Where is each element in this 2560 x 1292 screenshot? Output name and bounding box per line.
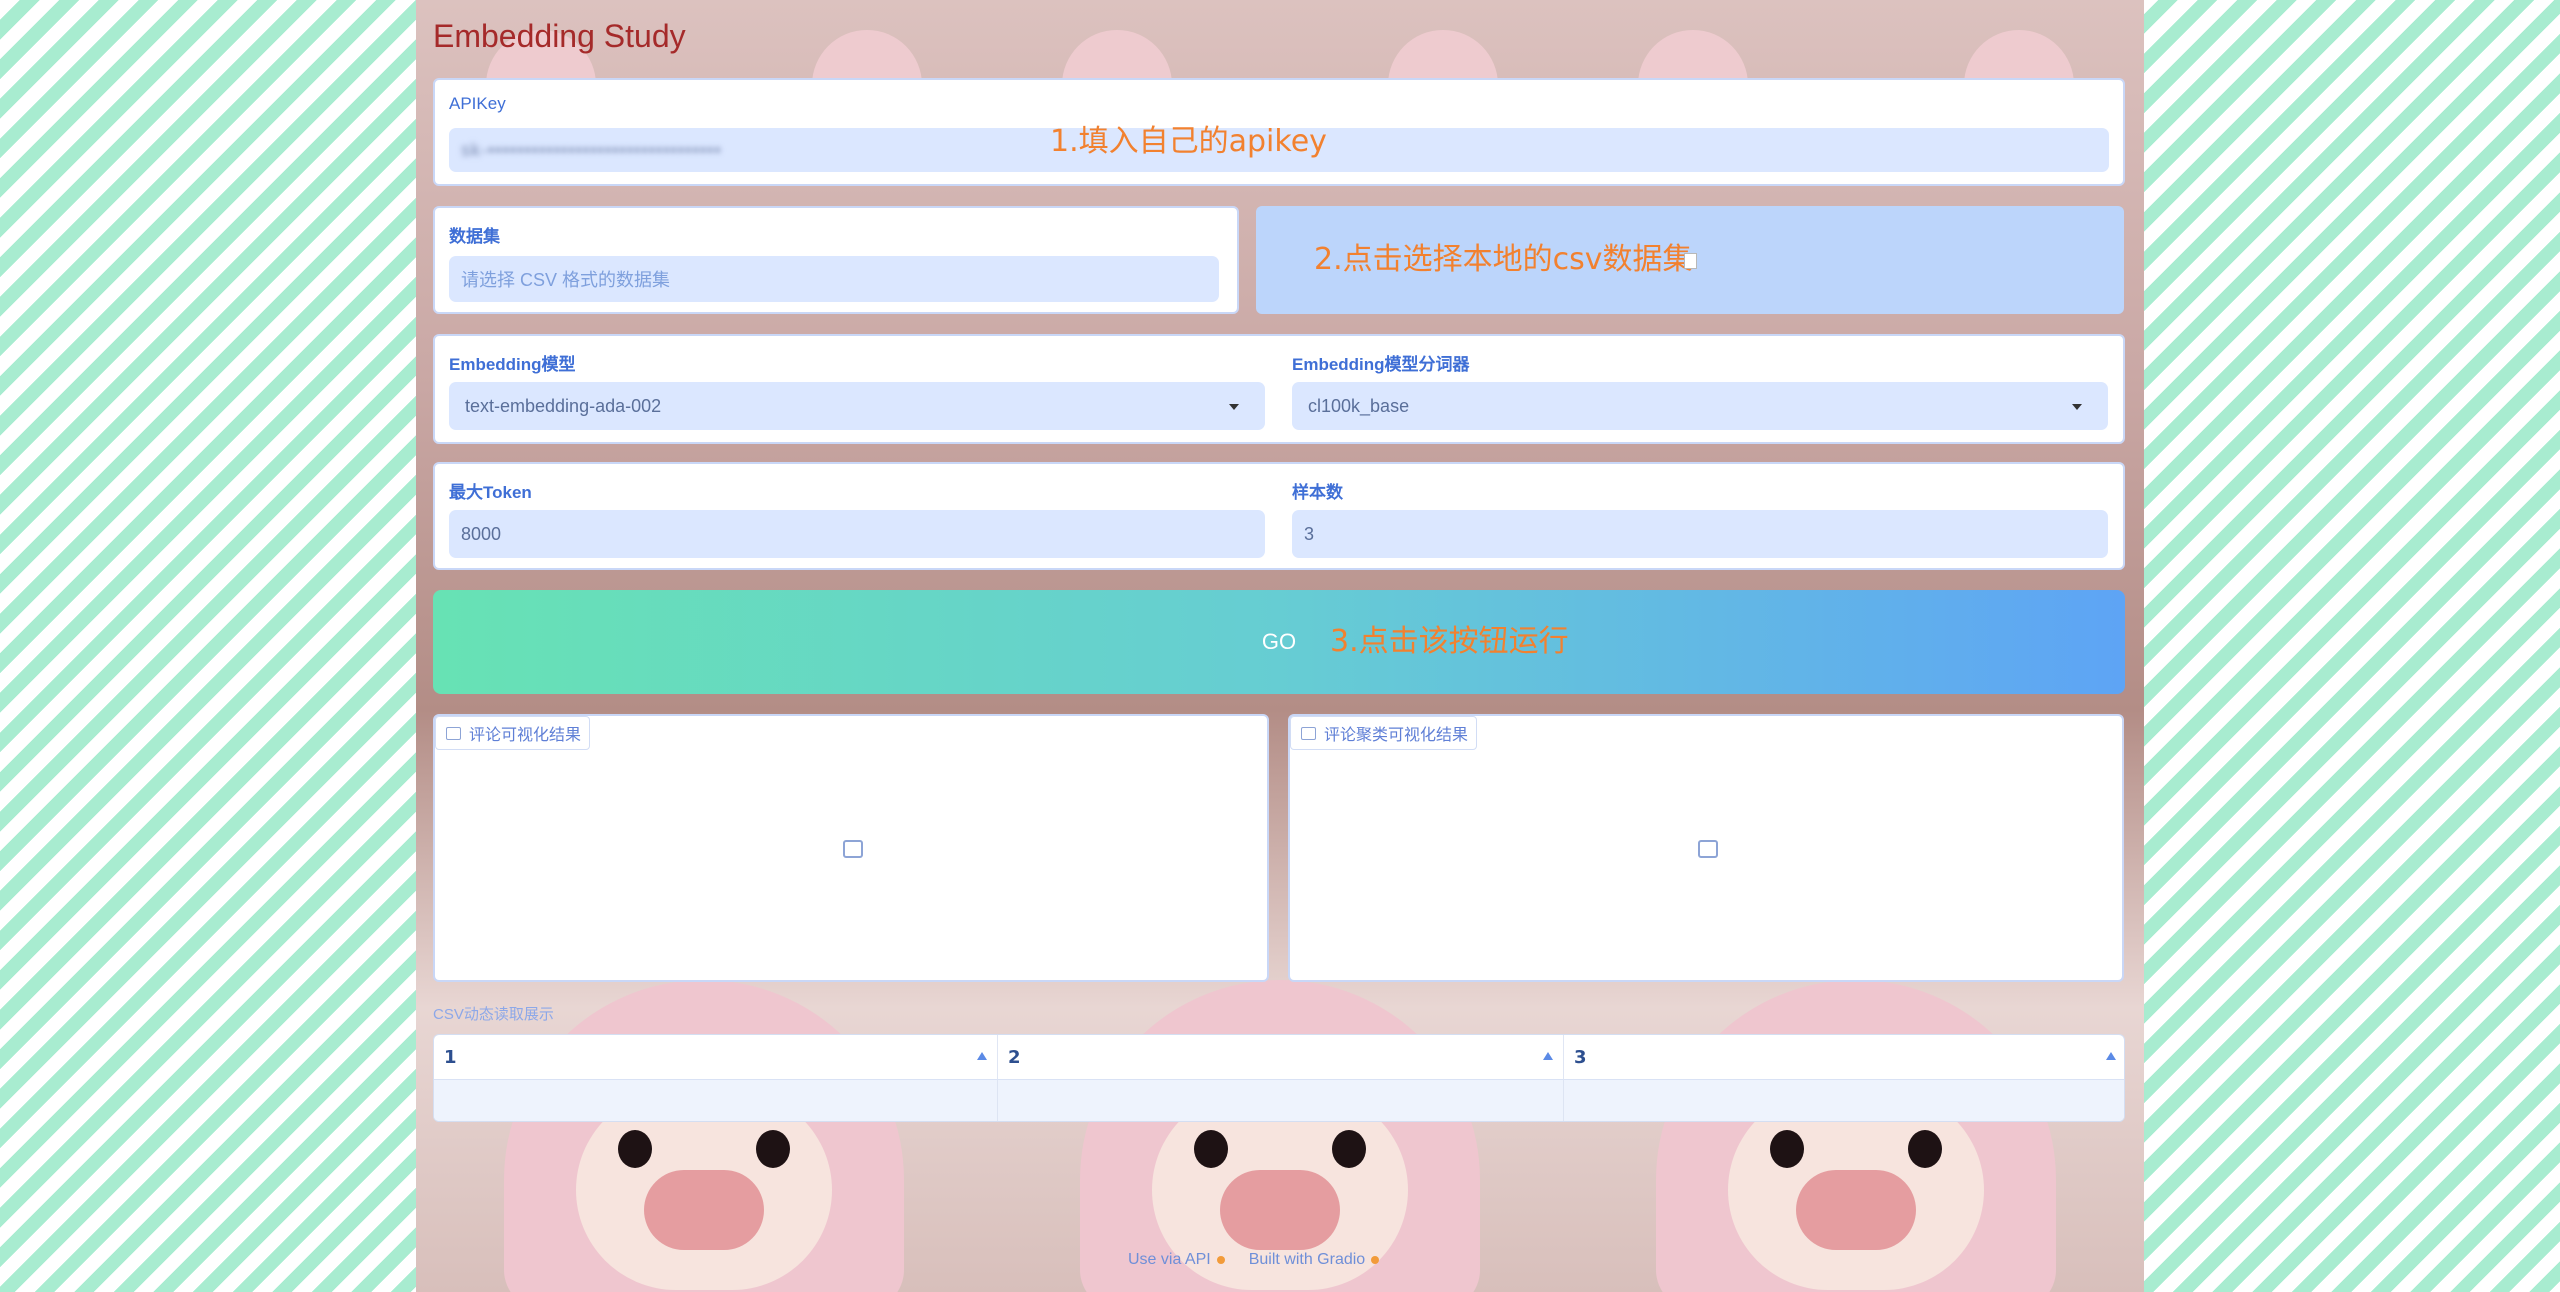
api-link[interactable]: Use via API: [1128, 1251, 1211, 1269]
model-panel: Embedding模型 text-embedding-ada-002 Embed…: [433, 334, 2125, 444]
table-cell[interactable]: [1564, 1079, 2124, 1121]
sort-up-icon[interactable]: [1543, 1052, 1553, 1060]
csv-table: 1 2 3: [433, 1034, 2125, 1122]
model-value: text-embedding-ada-002: [465, 395, 662, 416]
max-token-label: 最大Token: [449, 483, 532, 502]
footer: Use via API Built with Gradio: [1128, 1251, 1380, 1269]
samples-value: 3: [1304, 523, 1315, 544]
cluster-visualization-label: 评论聚类可视化结果: [1290, 716, 1478, 750]
table-header-2[interactable]: 2: [998, 1035, 1564, 1079]
built-with-gradio-link[interactable]: Built with Gradio: [1249, 1251, 1366, 1269]
tokenizer-dropdown[interactable]: cl100k_base: [1292, 382, 2108, 430]
table-header-1[interactable]: 1: [434, 1035, 998, 1079]
chevron-down-icon: [2072, 404, 2082, 410]
samples-label: 样本数: [1292, 483, 1343, 502]
table-header-text: 1: [444, 1046, 457, 1068]
annotation-step3: 3.点击该按钮运行: [1330, 624, 1569, 659]
go-button-label: GO: [1261, 629, 1297, 654]
image-placeholder-icon: [1698, 840, 1718, 858]
go-button[interactable]: GO: [433, 590, 2125, 694]
model-label: Embedding模型: [449, 355, 576, 374]
comments-visualization-label: 评论可视化结果: [435, 716, 591, 750]
apikey-value: sk-••••••••••••••••••••••••••••••••: [461, 139, 722, 160]
dataset-input[interactable]: 请选择 CSV 格式的数据集: [449, 256, 1219, 302]
cluster-visualization-output: 评论聚类可视化结果: [1288, 714, 2124, 982]
sort-up-icon[interactable]: [2106, 1052, 2116, 1060]
image-placeholder-icon: [843, 840, 863, 858]
chevron-down-icon: [1229, 404, 1239, 410]
samples-input[interactable]: 3: [1292, 510, 2108, 558]
image-icon: [1301, 726, 1316, 740]
comments-visualization-text: 评论可视化结果: [469, 727, 582, 744]
cluster-visualization-text: 评论聚类可视化结果: [1324, 727, 1469, 744]
params-panel: 最大Token 8000 样本数 3: [433, 462, 2125, 570]
table-cell[interactable]: [998, 1079, 1564, 1121]
max-token-input[interactable]: 8000: [449, 510, 1265, 558]
csv-table-label: CSV动态读取展示: [433, 1006, 554, 1023]
dataset-label: 数据集: [449, 227, 500, 246]
table-header-3[interactable]: 3: [1564, 1035, 2124, 1079]
tokenizer-label: Embedding模型分词器: [1292, 355, 1470, 374]
max-token-value: 8000: [461, 523, 502, 544]
comments-visualization-output: 评论可视化结果: [433, 714, 1269, 982]
app-container: Embedding Study APIKey sk-••••••••••••••…: [416, 0, 2144, 1292]
dataset-panel: 数据集 请选择 CSV 格式的数据集: [433, 206, 1239, 314]
annotation-step2: 2.点击选择本地的csv数据集: [1314, 242, 1693, 277]
table-cell[interactable]: [434, 1079, 998, 1121]
apikey-label: APIKey: [449, 94, 506, 113]
page-title: Embedding Study: [433, 18, 686, 54]
rocket-icon: [1216, 1256, 1225, 1264]
dataset-placeholder: 请选择 CSV 格式的数据集: [461, 270, 671, 290]
csv-upload-button[interactable]: 2.点击选择本地的csv数据集: [1256, 206, 2124, 314]
gradio-logo-icon: [1371, 1256, 1380, 1264]
table-header-text: 2: [1008, 1046, 1021, 1068]
sort-up-icon[interactable]: [977, 1052, 987, 1060]
table-header-text: 3: [1574, 1046, 1587, 1068]
image-icon: [446, 726, 461, 740]
file-icon: [1684, 253, 1697, 269]
annotation-step1: 1.填入自己的apikey: [1050, 124, 1327, 159]
tokenizer-value: cl100k_base: [1308, 395, 1410, 416]
model-dropdown[interactable]: text-embedding-ada-002: [449, 382, 1265, 430]
